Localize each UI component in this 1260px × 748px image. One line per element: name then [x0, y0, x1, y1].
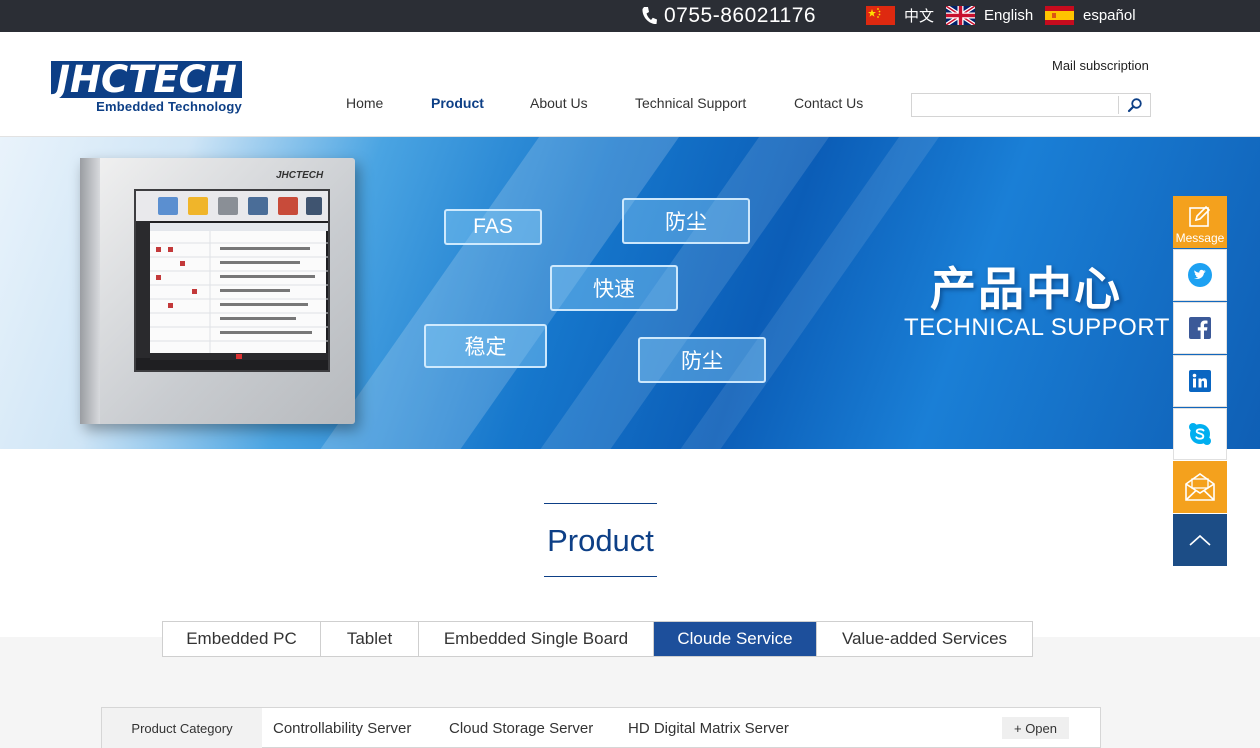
- back-to-top-button[interactable]: [1173, 514, 1227, 566]
- screen-toolbar: [136, 191, 328, 221]
- phone-number: 0755-86021176: [640, 2, 816, 30]
- banner-title: 产品中心: [930, 262, 1122, 316]
- nav-about-us[interactable]: About Us: [530, 95, 588, 115]
- screen-table: [150, 223, 328, 360]
- hero-banner: JHCTECH FAS 防尘 快速 稳定 防尘 产品中心 TECHNICAL S…: [0, 137, 1260, 449]
- language-english[interactable]: English: [946, 4, 1033, 26]
- title-divider-bottom: [544, 576, 657, 577]
- language-chinese[interactable]: 中文: [866, 4, 934, 26]
- logo-tagline: Embedded Technology: [96, 99, 242, 114]
- phone-text: 0755-86021176: [664, 4, 817, 27]
- skype-icon: [1189, 423, 1211, 445]
- uk-flag-icon: [946, 5, 975, 25]
- screen-content: [150, 223, 328, 360]
- tab-embedded-pc[interactable]: Embedded PC: [163, 622, 321, 656]
- screen-sidebar: [136, 221, 150, 358]
- category-item[interactable]: Controllability Server: [273, 720, 411, 737]
- twitter-icon: [1188, 263, 1212, 287]
- language-label: English: [984, 6, 1034, 24]
- linkedin-button[interactable]: [1173, 355, 1227, 407]
- product-category-bar: Product Category Controllability Server …: [101, 707, 1101, 748]
- language-spanish[interactable]: español: [1045, 4, 1136, 26]
- facebook-button[interactable]: [1173, 302, 1227, 354]
- nav-product[interactable]: Product: [431, 95, 484, 115]
- mail-icon: [1185, 473, 1215, 501]
- skype-button[interactable]: [1173, 408, 1227, 460]
- device-screen: [134, 189, 330, 372]
- banner-chip: 快速: [550, 265, 678, 311]
- twitter-button[interactable]: [1173, 249, 1227, 301]
- product-tabs: Embedded PC Tablet Embedded Single Board…: [162, 621, 1033, 657]
- category-item[interactable]: Cloud Storage Server: [449, 720, 593, 737]
- facebook-icon: [1189, 317, 1211, 339]
- search-icon: [1127, 98, 1142, 113]
- tab-embedded-single-board[interactable]: Embedded Single Board: [419, 622, 654, 656]
- china-flag-icon: [866, 5, 895, 25]
- section-title: Product: [547, 523, 654, 558]
- search-box: [911, 93, 1151, 117]
- logo[interactable]: JHCTECH Embedded Technology: [51, 61, 242, 115]
- search-input[interactable]: [912, 94, 1118, 116]
- device-edge: [80, 158, 100, 424]
- header: JHCTECH Embedded Technology Home Product…: [0, 32, 1260, 137]
- mail-subscription-link[interactable]: Mail subscription: [1052, 58, 1149, 73]
- back-to-top-icon: [1189, 534, 1211, 546]
- tab-cloude-service[interactable]: Cloude Service: [654, 622, 817, 656]
- tab-tablet[interactable]: Tablet: [321, 622, 419, 656]
- linkedin-icon: [1189, 370, 1211, 392]
- phone-icon: [642, 7, 657, 25]
- message-button[interactable]: Message: [1173, 196, 1227, 248]
- logo-wordmark: JHCTECH: [51, 61, 242, 98]
- banner-chip: 防尘: [622, 198, 750, 244]
- category-label: Product Category: [102, 708, 262, 748]
- nav-technical-support[interactable]: Technical Support: [635, 95, 746, 115]
- banner-chip: 稳定: [424, 324, 547, 368]
- top-bar: 0755-86021176 中文 English español: [0, 0, 1260, 32]
- screen-app-icons: [158, 197, 322, 215]
- message-icon: [1189, 205, 1211, 227]
- title-divider-top: [544, 503, 657, 504]
- spain-flag-icon: [1045, 5, 1074, 25]
- open-categories-button[interactable]: + Open: [1002, 717, 1069, 739]
- message-label: Message: [1175, 231, 1225, 245]
- tab-value-added-services[interactable]: Value-added Services: [817, 622, 1032, 656]
- language-label: 中文: [904, 7, 935, 25]
- product-device-image: JHCTECH: [80, 158, 355, 424]
- email-button[interactable]: [1173, 461, 1227, 513]
- banner-chip: FAS: [444, 209, 542, 245]
- banner-chip: 防尘: [638, 337, 766, 383]
- device-brand-label: JHCTECH: [276, 170, 324, 181]
- language-label: español: [1083, 6, 1136, 24]
- search-button[interactable]: [1118, 96, 1150, 114]
- category-item[interactable]: HD Digital Matrix Server: [628, 720, 789, 737]
- nav-contact-us[interactable]: Contact Us: [794, 95, 863, 115]
- banner-subtitle: TECHNICAL SUPPORT: [904, 314, 1170, 341]
- nav-home[interactable]: Home: [346, 95, 383, 115]
